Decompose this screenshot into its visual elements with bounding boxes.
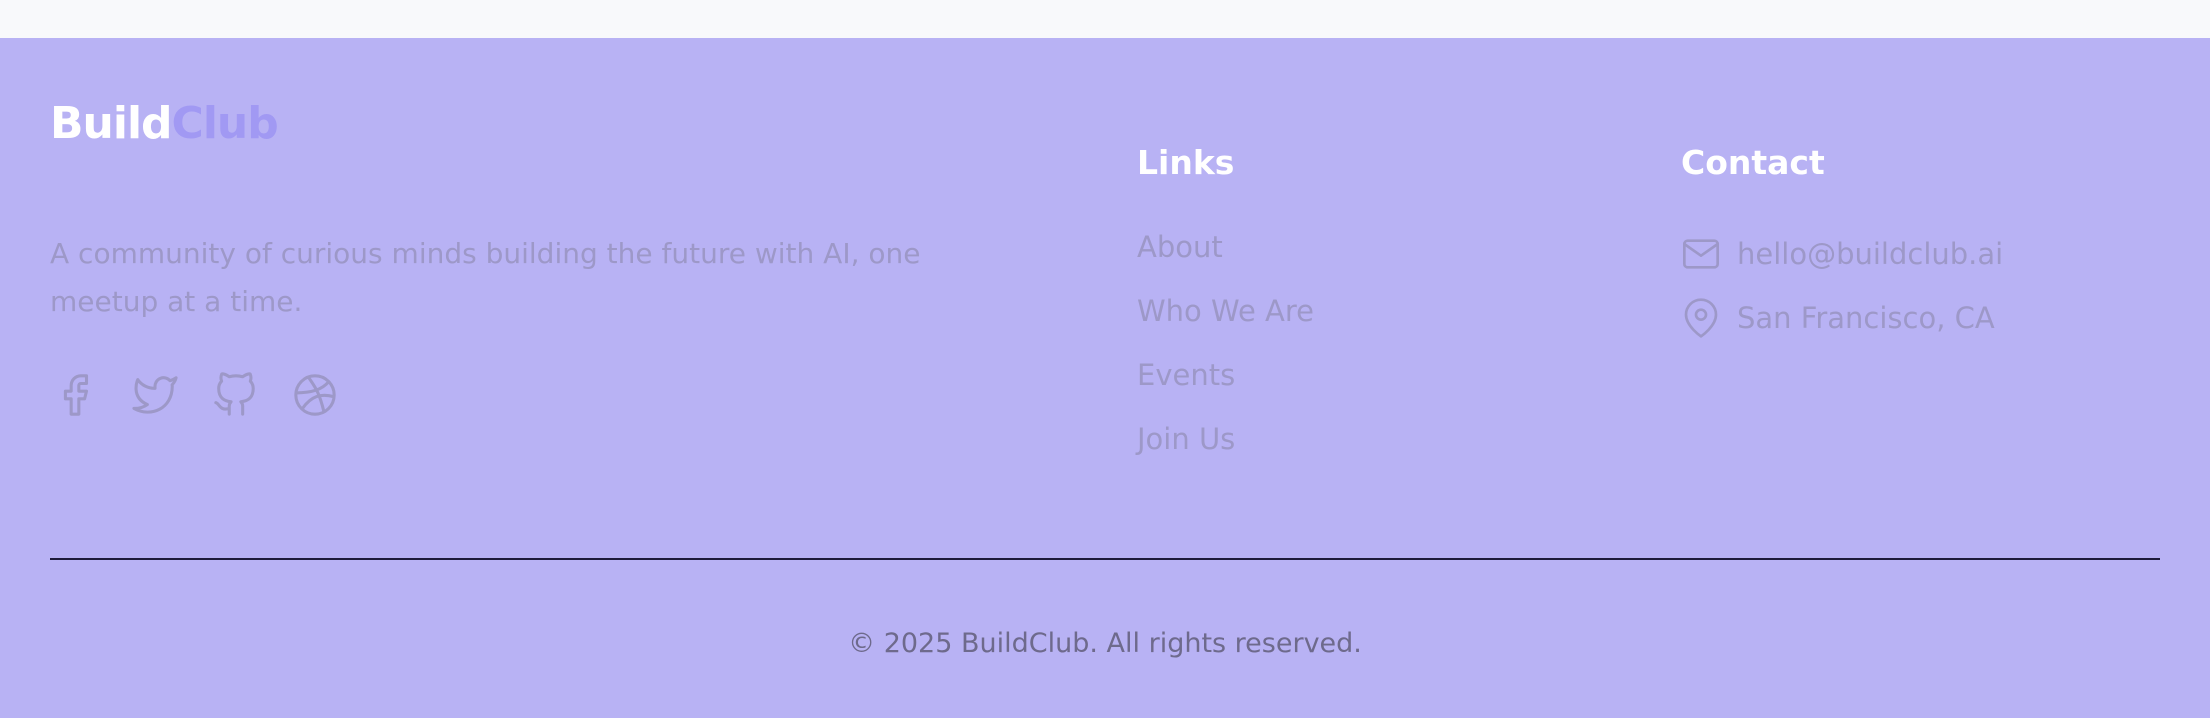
footer-link-about[interactable]: About (1137, 222, 1314, 286)
mail-icon (1681, 234, 1721, 274)
brand-name-build: Build (50, 98, 173, 149)
github-link[interactable] (210, 370, 260, 420)
page-top-strip (0, 0, 2210, 38)
contact-list: hello@buildclub.ai San Francisco, CA (1681, 222, 2003, 350)
map-pin-icon (1681, 298, 1721, 338)
footer-tagline: A community of curious minds building th… (50, 237, 921, 318)
copyright-text: © 2025 BuildClub. All rights reserved. (848, 628, 1362, 659)
contact-email-link[interactable]: hello@buildclub.ai (1737, 229, 2003, 279)
contact-heading: Contact (1681, 143, 1825, 182)
footer-divider (50, 558, 2160, 560)
social-links (50, 370, 340, 420)
links-heading: Links (1137, 143, 1235, 182)
footer-links-list: About Who We Are Events Join Us (1137, 222, 1314, 478)
footer-link-events[interactable]: Events (1137, 350, 1314, 414)
github-icon (214, 372, 255, 416)
brand-name-club: Club (171, 98, 279, 149)
footer-brand-logo[interactable]: BuildClub (50, 102, 279, 146)
dribbble-icon (294, 374, 336, 416)
contact-location-text: San Francisco, CA (1737, 301, 1995, 335)
dribbble-link[interactable] (290, 370, 340, 420)
twitter-icon (132, 376, 178, 414)
facebook-link[interactable] (50, 370, 100, 420)
contact-email-item: hello@buildclub.ai (1681, 222, 2003, 286)
facebook-icon (63, 374, 89, 416)
contact-location-item: San Francisco, CA (1681, 286, 2003, 350)
twitter-link[interactable] (130, 370, 180, 420)
footer-link-join-us[interactable]: Join Us (1137, 414, 1314, 478)
footer-link-who-we-are[interactable]: Who We Are (1137, 286, 1314, 350)
